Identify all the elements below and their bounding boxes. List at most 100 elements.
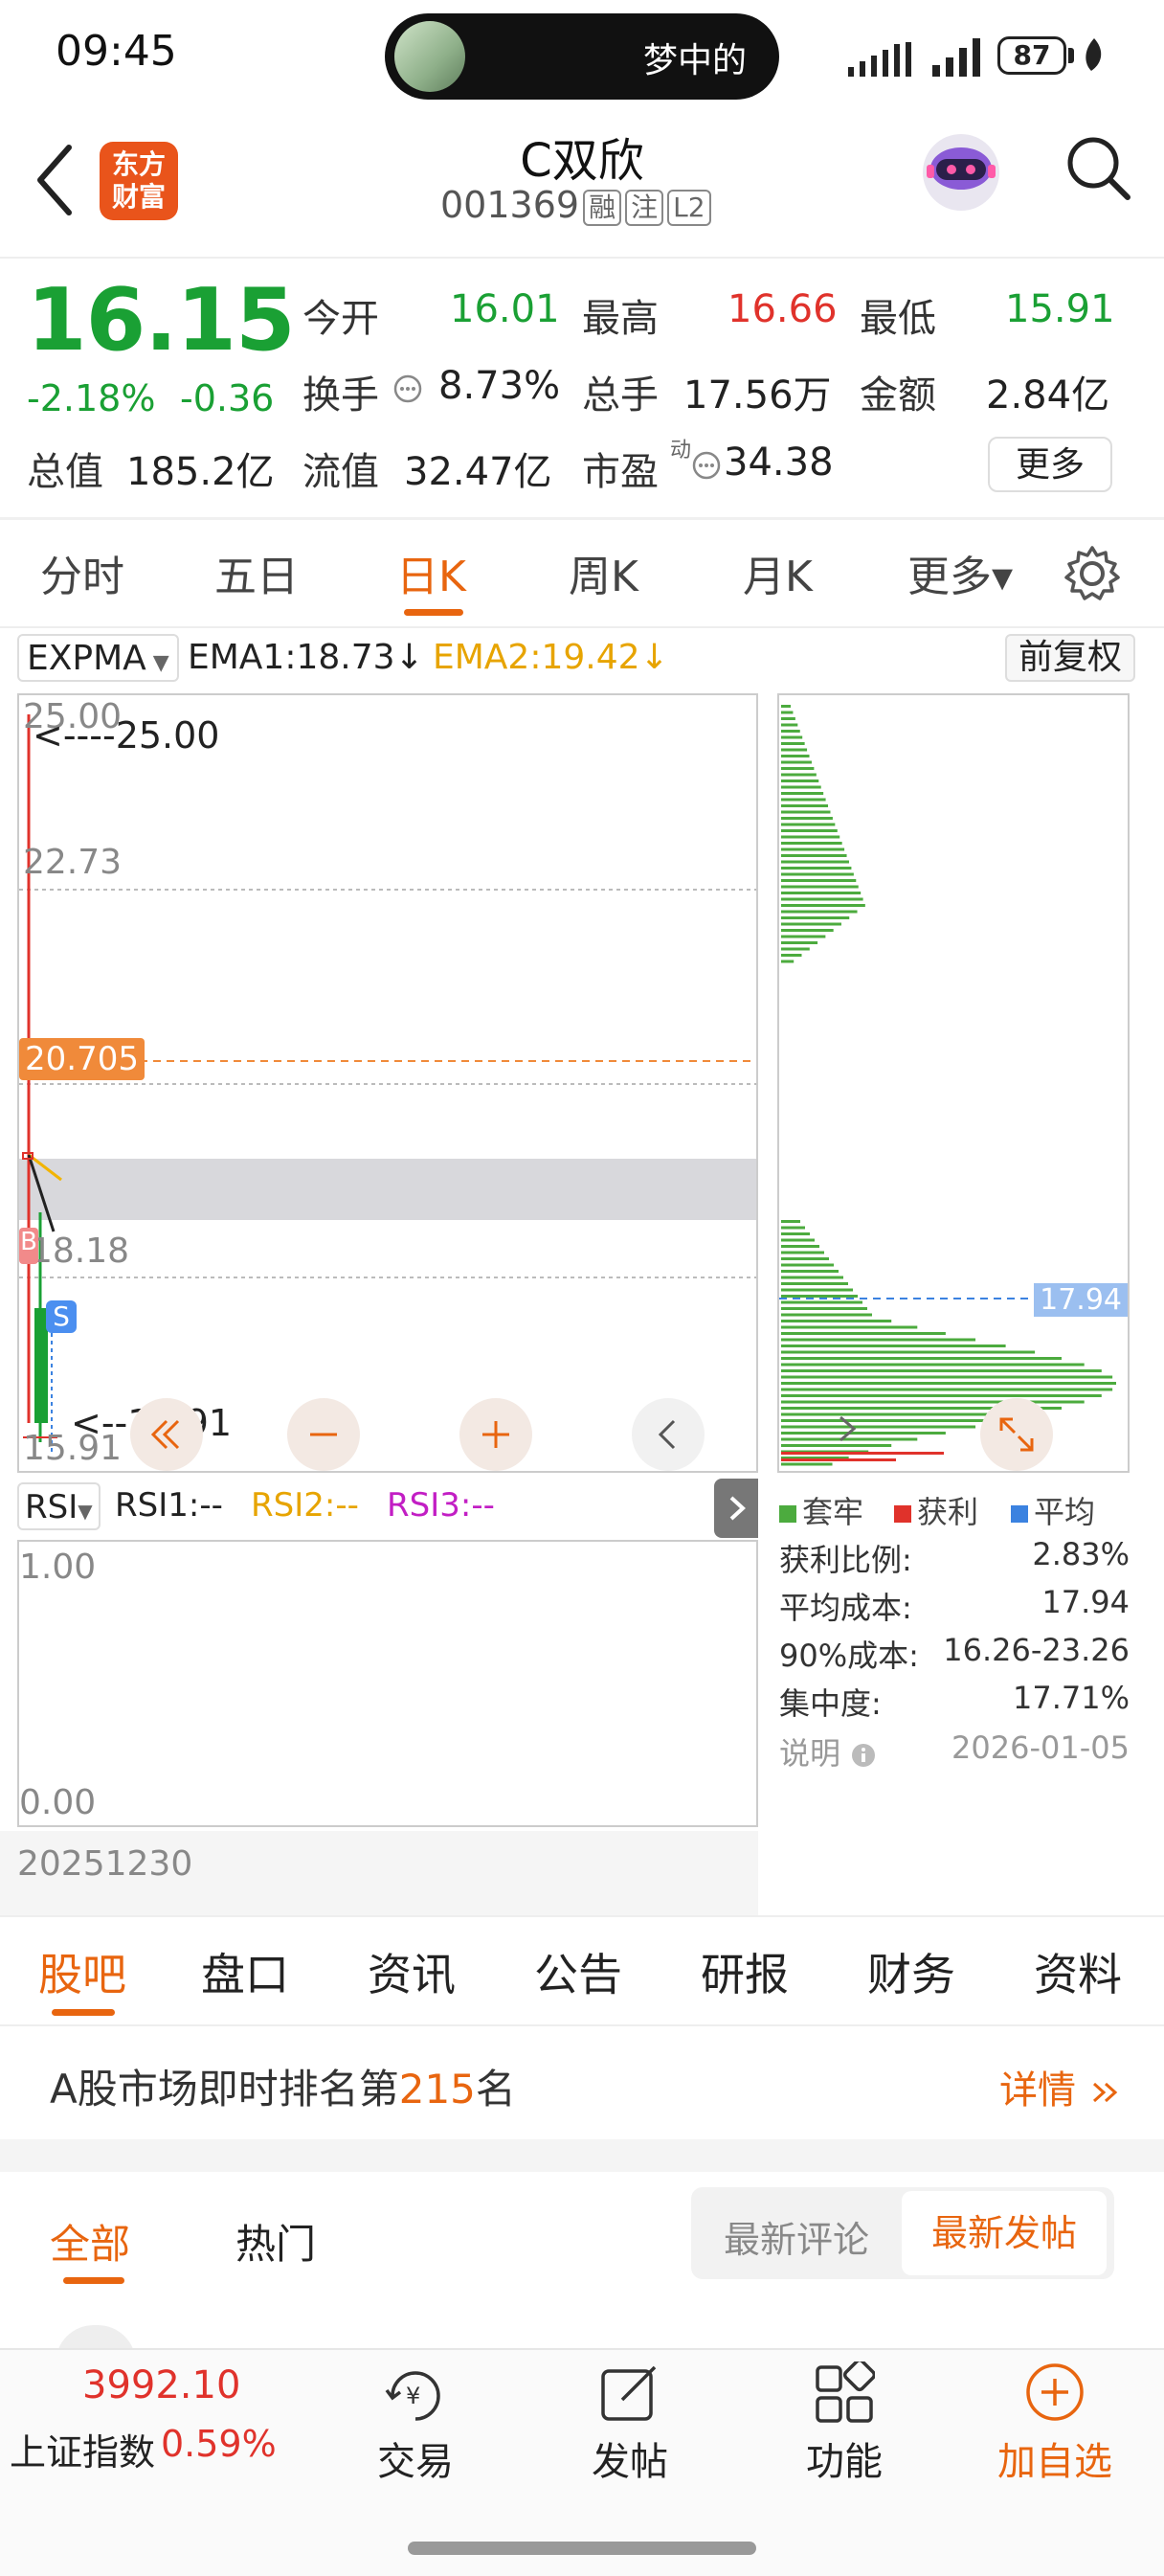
chip-bar-upper	[781, 705, 791, 708]
rank-detail-link[interactable]: 详情	[999, 2059, 1121, 2114]
rsi-select[interactable]: RSI▼	[17, 1482, 101, 1530]
chip-bar-lower	[781, 1300, 862, 1304]
tab-intraday[interactable]: 分时	[40, 542, 124, 603]
indicator-name: EXPMA	[27, 639, 146, 678]
dynamic-island[interactable]: 梦中的	[385, 13, 779, 100]
index-percent[interactable]: 0.59%	[161, 2423, 277, 2465]
home-indicator[interactable]	[408, 2542, 756, 2555]
chip-note[interactable]: 说明 2026-01-05	[779, 1729, 1130, 1774]
expand-panel-button[interactable]	[714, 1479, 758, 1538]
rsi-name: RSI	[25, 1488, 78, 1526]
amount-label: 金额	[860, 373, 936, 418]
filter-all[interactable]: 全部	[50, 2212, 130, 2271]
tab-guba[interactable]: 股吧	[38, 1940, 126, 2003]
chip-bar-upper	[781, 755, 810, 757]
tab-research[interactable]: 研报	[701, 1940, 789, 2003]
chip-bar-upper	[781, 829, 838, 832]
sort-latest-comment[interactable]: 最新评论	[724, 2210, 869, 2263]
chip-distribution-chart[interactable]: 17.94	[777, 693, 1130, 1473]
tab-more[interactable]: 更多▾	[907, 542, 1013, 603]
scroll-left-button[interactable]	[632, 1398, 705, 1471]
ai-robot-icon[interactable]	[915, 123, 1007, 215]
buy-badge: B	[19, 1228, 38, 1264]
chip-bar-upper	[781, 935, 826, 938]
signal-1-icon	[848, 42, 911, 77]
volume-label: 总手	[582, 373, 659, 418]
rsi-top-label: 1.00	[19, 1548, 97, 1587]
chip-bar-lower	[781, 1288, 853, 1292]
chip-bar-lower	[781, 1369, 1102, 1372]
battery-tip	[1068, 48, 1074, 63]
rank-number: 215	[398, 2066, 476, 2113]
chip-bar-lower	[781, 1257, 829, 1260]
chevron-right-icon[interactable]	[827, 1410, 865, 1448]
post-label[interactable]: 发帖	[553, 2430, 706, 2486]
chip-bar-lower	[781, 1388, 1113, 1391]
more-button[interactable]: 更多	[988, 437, 1112, 492]
tab-five-day[interactable]: 五日	[214, 542, 299, 603]
chip-bar-upper	[781, 954, 802, 957]
mktcap-label: 总值	[27, 450, 103, 494]
add-watch-label[interactable]: 加自选	[978, 2430, 1131, 2486]
trade-label[interactable]: 交易	[339, 2430, 492, 2486]
expand-icon	[999, 1417, 1034, 1452]
filter-hot[interactable]: 热门	[235, 2212, 316, 2271]
tab-order-book[interactable]: 盘口	[201, 1940, 289, 2003]
rsi-chart[interactable]: 1.00 0.00	[17, 1540, 758, 1827]
chip-bar-lower	[781, 1344, 1006, 1347]
search-icon[interactable]	[1064, 134, 1131, 201]
tab-profile[interactable]: 资料	[1034, 1940, 1122, 2003]
functions-label[interactable]: 功能	[768, 2430, 921, 2486]
zoom-out-button[interactable]	[287, 1398, 360, 1471]
indicator-select[interactable]: EXPMA ▼	[17, 634, 179, 682]
info-icon[interactable]	[392, 373, 423, 404]
chip-bar-upper	[781, 867, 852, 870]
chip-bar-upper	[781, 916, 850, 919]
chip-bar-upper	[781, 792, 824, 795]
chip-bar-upper	[781, 929, 834, 932]
info-icon	[852, 1744, 876, 1767]
chip-bar-lower	[781, 1270, 839, 1273]
chip-bar-lower	[781, 1245, 819, 1248]
tab-monthly-k[interactable]: 月K	[743, 542, 813, 603]
post-icon[interactable]	[599, 2361, 660, 2425]
tab-news[interactable]: 资讯	[368, 1940, 456, 2003]
index-name[interactable]: 上证指数	[10, 2423, 155, 2475]
tag-margin: 融	[583, 189, 622, 226]
gear-icon[interactable]	[1063, 544, 1122, 603]
chip-bar-lower	[781, 1462, 833, 1466]
chip-bar-upper	[781, 730, 800, 733]
add-watch-icon[interactable]	[1024, 2361, 1086, 2423]
tab-announcements[interactable]: 公告	[534, 1940, 622, 2003]
scroll-left-fast-button[interactable]	[130, 1398, 203, 1471]
section-gap	[0, 2139, 1164, 2172]
sort-latest-post[interactable]: 最新发帖	[902, 2191, 1107, 2275]
pe-sup: 动	[670, 439, 692, 463]
low-value: 15.91	[1005, 287, 1115, 331]
island-song-text: 梦中的	[642, 41, 747, 80]
chip-bar-upper	[781, 910, 858, 914]
pe-info-icon[interactable]	[691, 450, 722, 481]
trade-icon[interactable]: ¥	[383, 2365, 448, 2427]
chip-bar-lower	[781, 1263, 834, 1267]
chip-bar-lower	[781, 1251, 824, 1254]
back-icon[interactable]	[33, 142, 75, 218]
zoom-in-button[interactable]	[459, 1398, 532, 1471]
chip-bar-upper	[781, 742, 805, 745]
tab-daily-k[interactable]: 日K	[396, 542, 466, 603]
functions-icon[interactable]	[814, 2361, 875, 2425]
filter-all-underline	[63, 2277, 124, 2284]
chip-bar-upper	[781, 922, 841, 926]
minus-icon	[310, 1433, 337, 1436]
chip-bar-upper	[781, 711, 794, 714]
sell-badge: S	[46, 1300, 77, 1333]
chip-bar-lower	[781, 1350, 1036, 1354]
fullscreen-button[interactable]	[980, 1398, 1053, 1471]
adjust-mode-button[interactable]: 前复权	[1005, 634, 1136, 682]
tab-weekly-k[interactable]: 周K	[569, 542, 638, 603]
kline-chart[interactable]: 25.00 <----25.00 22.73 20.705 18.18 B S …	[17, 693, 758, 1473]
sort-toggle: 最新评论 最新发帖	[691, 2187, 1114, 2279]
chip-bar-upper	[781, 785, 821, 789]
tab-finance[interactable]: 财务	[867, 1940, 955, 2003]
index-value[interactable]: 3992.10	[82, 2363, 240, 2407]
